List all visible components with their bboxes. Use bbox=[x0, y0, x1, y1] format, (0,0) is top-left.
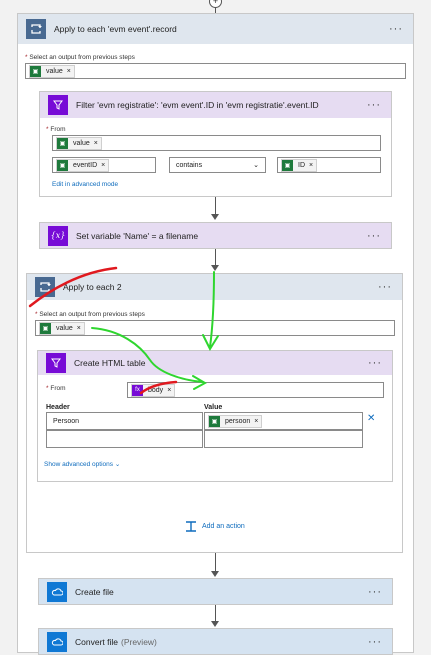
filter-icon bbox=[48, 95, 68, 115]
create-file-title: Create file bbox=[75, 586, 114, 597]
create-file-card[interactable]: Create file ··· bbox=[38, 578, 393, 605]
arrow-down-icon bbox=[211, 265, 219, 271]
insert-step-icon[interactable]: + bbox=[209, 0, 222, 8]
filter-right-token[interactable]: ▣ ID × bbox=[281, 158, 318, 172]
create-file-menu-button[interactable]: ··· bbox=[368, 586, 382, 598]
html-table-menu-button[interactable]: ··· bbox=[368, 357, 382, 369]
set-variable-card[interactable]: {x} Set variable 'Name' = a filename ··· bbox=[39, 222, 392, 249]
show-advanced-link[interactable]: Show advanced options ⌄ bbox=[44, 460, 120, 468]
token-icon: ▣ bbox=[282, 159, 293, 171]
html-table-from-input[interactable]: fx body × bbox=[127, 382, 384, 398]
arrow-down-icon bbox=[211, 214, 219, 220]
filter-title: Filter 'evm registratie': 'evm event'.ID… bbox=[76, 100, 319, 110]
apply-to-each-outer-title: Apply to each 'evm event'.record bbox=[54, 24, 177, 34]
filter-from-label: * From bbox=[46, 126, 66, 133]
loop-icon bbox=[26, 19, 46, 39]
filter-right-operand[interactable]: ▣ ID × bbox=[277, 157, 381, 173]
token-icon: ▣ bbox=[40, 322, 51, 334]
outer-value-token[interactable]: ▣ value × bbox=[29, 64, 75, 78]
outer-menu-button[interactable]: ··· bbox=[389, 23, 403, 35]
html-table-from-label: * From bbox=[46, 385, 66, 392]
value-column-label: Value bbox=[204, 404, 223, 411]
convert-file-menu-button[interactable]: ··· bbox=[368, 636, 382, 648]
chevron-down-icon: ⌄ bbox=[253, 162, 259, 169]
filter-from-token[interactable]: ▣ value × bbox=[56, 136, 102, 150]
filter-operator-select[interactable]: contains ⌄ bbox=[169, 157, 266, 173]
token-icon: ▣ bbox=[30, 65, 41, 77]
add-action-icon bbox=[186, 521, 196, 532]
convert-file-title: Convert file bbox=[75, 636, 118, 647]
body-token[interactable]: fx body × bbox=[131, 383, 176, 397]
value-cell-empty[interactable] bbox=[204, 430, 363, 448]
html-table-title: Create HTML table bbox=[74, 358, 146, 368]
arrow-down-icon bbox=[211, 571, 219, 577]
preview-suffix: (Preview) bbox=[121, 636, 157, 647]
filter-header[interactable]: Filter 'evm registratie': 'evm event'.ID… bbox=[40, 92, 391, 118]
apply-to-each-inner-title: Apply to each 2 bbox=[63, 282, 122, 292]
outer-select-label: * Select an output from previous steps bbox=[25, 54, 135, 61]
variable-icon: {x} bbox=[48, 225, 68, 246]
connector bbox=[215, 553, 216, 573]
header-column-label: Header bbox=[46, 404, 70, 411]
inner-select-label: * Select an output from previous steps bbox=[35, 311, 145, 318]
delete-row-icon[interactable]: ✕ bbox=[367, 413, 375, 424]
html-table-header[interactable]: Create HTML table ··· bbox=[38, 351, 392, 375]
onedrive-icon bbox=[47, 581, 67, 602]
inner-value-token[interactable]: ▣ value × bbox=[39, 321, 85, 335]
filter-from-input[interactable]: ▣ value × bbox=[52, 135, 381, 151]
token-icon: fx bbox=[132, 384, 143, 396]
apply-to-each-inner-header[interactable]: Apply to each 2 ··· bbox=[27, 274, 402, 300]
arrow-down-icon bbox=[211, 621, 219, 627]
token-icon: ▣ bbox=[209, 415, 220, 427]
add-action-button[interactable]: Add an action bbox=[185, 521, 245, 532]
convert-file-card[interactable]: Convert file (Preview) ··· bbox=[38, 628, 393, 655]
chevron-down-icon: ⌄ bbox=[114, 461, 121, 468]
edit-advanced-link[interactable]: Edit in advanced mode bbox=[52, 181, 118, 188]
filter-menu-button[interactable]: ··· bbox=[367, 99, 381, 111]
set-variable-menu-button[interactable]: ··· bbox=[367, 230, 381, 242]
token-icon: ▣ bbox=[57, 159, 68, 171]
inner-menu-button[interactable]: ··· bbox=[378, 281, 392, 293]
table-icon bbox=[46, 353, 66, 373]
header-cell-empty[interactable] bbox=[46, 430, 203, 448]
filter-left-token[interactable]: ▣ eventID × bbox=[56, 158, 110, 172]
inner-select-input[interactable]: ▣ value × bbox=[35, 320, 395, 336]
loop-icon bbox=[35, 277, 55, 297]
persoon-token[interactable]: ▣ persoon × bbox=[208, 414, 263, 428]
set-variable-title: Set variable 'Name' = a filename bbox=[76, 230, 199, 241]
value-cell-input[interactable]: ▣ persoon × bbox=[204, 412, 363, 430]
onedrive-icon bbox=[47, 631, 67, 652]
apply-to-each-outer-header[interactable]: Apply to each 'evm event'.record ··· bbox=[18, 14, 413, 44]
token-icon: ▣ bbox=[57, 137, 68, 149]
header-cell-input[interactable]: Persoon bbox=[46, 412, 203, 430]
filter-left-operand[interactable]: ▣ eventID × bbox=[52, 157, 156, 173]
outer-select-input[interactable]: ▣ value × bbox=[25, 63, 406, 79]
